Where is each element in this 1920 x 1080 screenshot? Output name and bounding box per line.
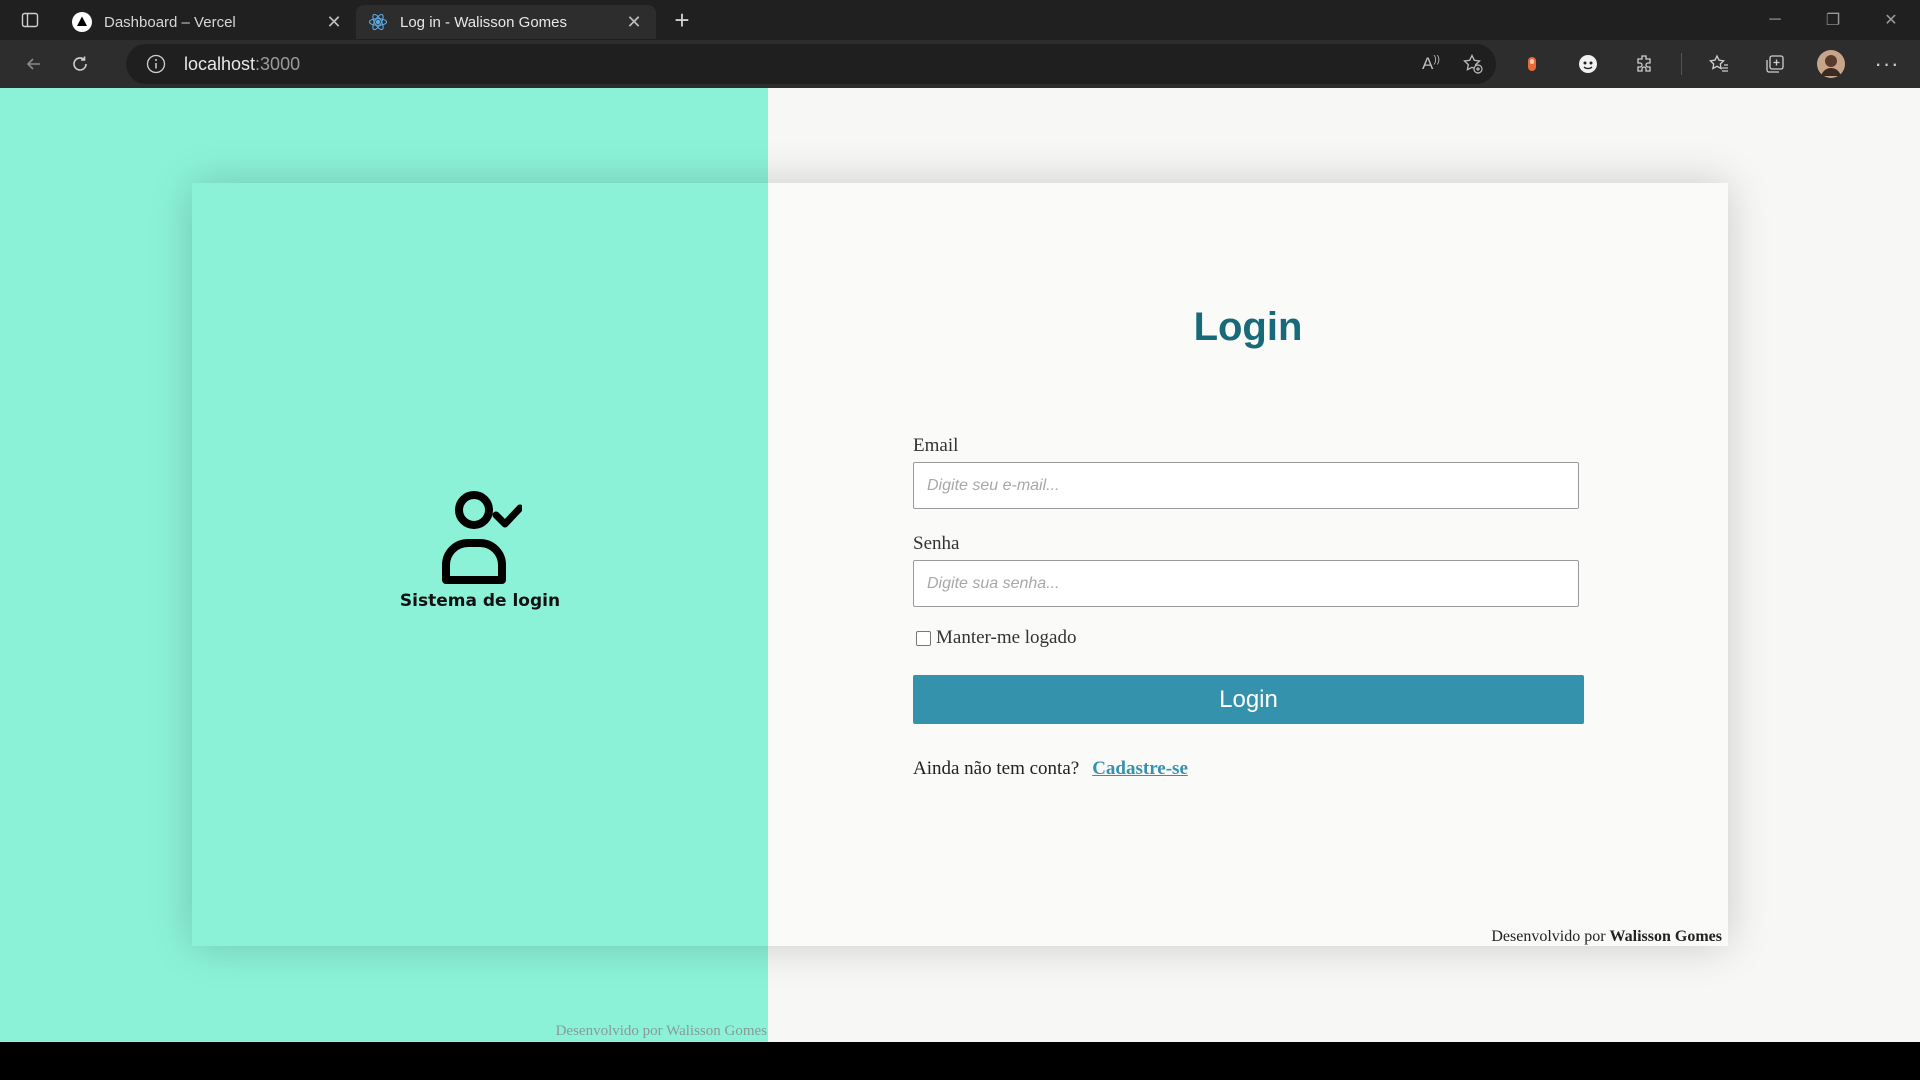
background-footer-text: Desenvolvido por Walisson Gomes xyxy=(555,1023,767,1039)
tab-bar: Dashboard – Vercel ✕ Log in - Walisson G… xyxy=(0,0,1920,40)
email-label: Email xyxy=(913,435,959,456)
signup-link[interactable]: Cadastre-se xyxy=(1092,758,1188,780)
login-panel: Login Email Senha Manter-me logado Login… xyxy=(768,183,1728,946)
reload-button[interactable] xyxy=(58,44,102,84)
window-controls: ─ ❐ ✕ xyxy=(1746,0,1920,40)
password-field-group: Senha xyxy=(913,533,1588,607)
signup-row: Ainda não tem conta? Cadastre-se xyxy=(913,758,1588,780)
remember-me-checkbox[interactable] xyxy=(916,630,931,646)
email-field[interactable] xyxy=(913,462,1579,509)
toolbar-icons: ··· xyxy=(1513,44,1906,84)
brand-panel: Sistema de login xyxy=(192,183,768,946)
back-button[interactable] xyxy=(12,44,56,84)
vercel-logo-icon xyxy=(72,12,92,32)
read-aloud-icon[interactable]: A)) xyxy=(1422,54,1440,74)
collections-icon[interactable] xyxy=(1756,45,1794,83)
sidebar-toggle-icon xyxy=(21,12,39,28)
extension-icon[interactable] xyxy=(1569,45,1607,83)
tab-actions-button[interactable] xyxy=(0,0,60,40)
plus-icon: + xyxy=(674,4,690,35)
extension-icon[interactable] xyxy=(1513,45,1551,83)
card-footer: Desenvolvido por Walisson Gomes xyxy=(1491,928,1722,946)
more-icon[interactable]: ··· xyxy=(1868,45,1906,83)
new-tab-button[interactable]: + xyxy=(662,3,702,37)
page-viewport: Desenvolvido por Walisson Gomes Sistema … xyxy=(0,88,1920,1042)
tab-title: Log in - Walisson Gomes xyxy=(400,13,568,31)
close-icon[interactable]: ✕ xyxy=(624,12,644,32)
footer-author: Walisson Gomes xyxy=(1609,928,1722,945)
address-bar[interactable]: localhost:3000 A)) xyxy=(126,44,1496,84)
minimize-button[interactable]: ─ xyxy=(1746,0,1804,40)
close-icon[interactable]: ✕ xyxy=(324,12,344,32)
extensions-icon[interactable] xyxy=(1625,45,1663,83)
page-title: Login xyxy=(1193,305,1303,349)
login-form: Email Senha Manter-me logado Login Ainda… xyxy=(913,435,1588,780)
user-check-icon xyxy=(442,491,522,584)
remember-me: Manter-me logado xyxy=(913,627,1588,649)
password-field[interactable] xyxy=(913,560,1579,607)
favorites-icon[interactable] xyxy=(1700,45,1738,83)
info-icon[interactable] xyxy=(146,54,166,74)
email-field-group: Email xyxy=(913,435,1588,509)
remember-me-label[interactable]: Manter-me logado xyxy=(936,627,1077,649)
reload-icon xyxy=(73,56,87,71)
bottom-strip xyxy=(0,1042,1920,1080)
back-icon xyxy=(26,58,40,70)
url-text: localhost:3000 xyxy=(184,54,300,75)
signup-prompt: Ainda não tem conta? xyxy=(913,758,1080,779)
tab-dashboard-vercel[interactable]: Dashboard – Vercel ✕ xyxy=(60,5,356,39)
url-host: localhost xyxy=(184,53,256,74)
url-port: :3000 xyxy=(255,53,301,74)
restore-button[interactable]: ❐ xyxy=(1804,0,1862,40)
brand: Sistema de login xyxy=(192,485,768,611)
brand-name: Sistema de login xyxy=(399,591,561,611)
login-button[interactable]: Login xyxy=(913,675,1584,724)
tab-login-walisson-gomes[interactable]: Log in - Walisson Gomes ✕ xyxy=(356,5,656,39)
close-window-button[interactable]: ✕ xyxy=(1862,0,1920,40)
add-favorite-icon[interactable] xyxy=(1462,53,1484,75)
toolbar-divider xyxy=(1681,53,1682,75)
password-label: Senha xyxy=(913,533,960,554)
browser-toolbar: localhost:3000 A)) ··· xyxy=(0,40,1920,88)
tab-title: Dashboard – Vercel xyxy=(104,13,236,31)
login-card: Sistema de login Login Email Senha Mante… xyxy=(192,183,1728,946)
react-logo-icon xyxy=(368,12,388,32)
address-bar-icons: A)) xyxy=(1422,44,1484,84)
profile-avatar[interactable] xyxy=(1812,45,1850,83)
footer-prefix: Desenvolvido por xyxy=(1491,928,1606,945)
